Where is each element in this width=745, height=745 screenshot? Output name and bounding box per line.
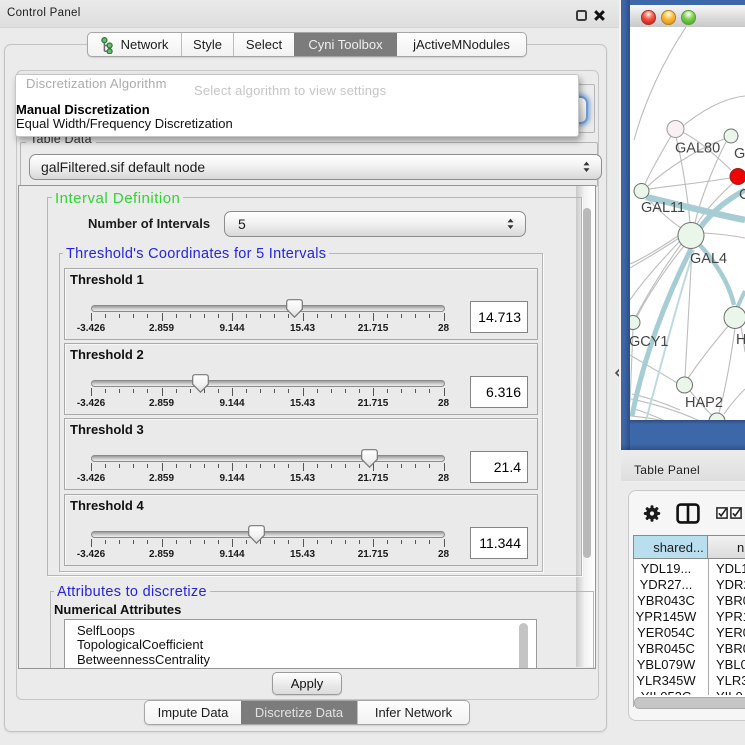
svg-text:GAL11: GAL11: [641, 200, 685, 216]
svg-text:H: H: [736, 332, 745, 348]
svg-text:C: C: [739, 187, 745, 203]
svg-text:GAL80: GAL80: [675, 141, 720, 157]
svg-text:GAL4: GAL4: [690, 251, 727, 267]
svg-text:GA: GA: [734, 146, 745, 162]
svg-text:GCY1: GCY1: [630, 334, 669, 350]
svg-text:HAP2: HAP2: [685, 395, 723, 411]
